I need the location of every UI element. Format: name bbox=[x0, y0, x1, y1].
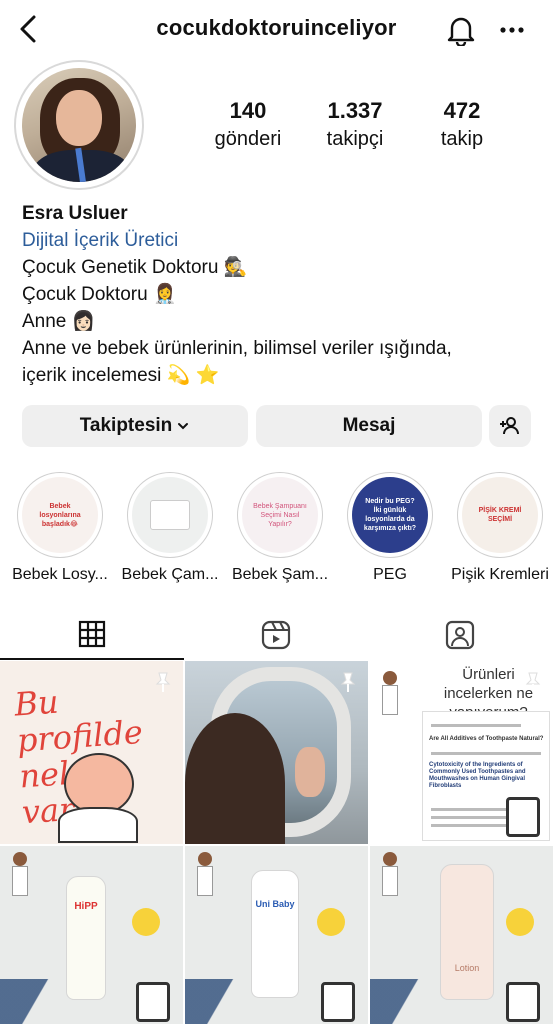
stat-value: 472 bbox=[443, 98, 481, 123]
highlight-item[interactable]: PİŞİK KREMİ SEÇİMİ Pişik Kremleri bbox=[448, 472, 552, 584]
paper-heading: Cytotoxicity of the Ingredients of Commo… bbox=[429, 762, 526, 789]
paper-heading: Are All Additives of Toothpaste Natural? bbox=[429, 736, 544, 742]
more-options-button[interactable] bbox=[494, 12, 530, 48]
highlight-item[interactable]: Nedir bu PEG? İki günlük losyonlarda da … bbox=[338, 472, 442, 584]
tab-tagged[interactable] bbox=[368, 610, 552, 660]
reels-icon bbox=[261, 620, 291, 650]
highlight-cover: Nedir bu PEG? İki günlük losyonlarda da … bbox=[347, 472, 433, 558]
post-tile[interactable] bbox=[185, 661, 368, 844]
notifications-button[interactable] bbox=[443, 12, 479, 48]
profile-category[interactable]: Dijital İçerik Üretici bbox=[22, 227, 542, 254]
highlight-cover-text: PİŞİK KREMİ SEÇİMİ bbox=[478, 507, 522, 523]
highlight-cover: Bebek losyonlarına başladık😂 bbox=[17, 472, 103, 558]
clipboard-icon bbox=[506, 982, 540, 1022]
stat-label: takipçi bbox=[326, 128, 384, 150]
post-tile[interactable]: HiPP bbox=[0, 846, 183, 1024]
highlight-cover-text: Bebek losyonlarına başladık😂 bbox=[39, 502, 81, 528]
profile-bio: Esra Usluer Dijital İçerik Üretici Çocuk… bbox=[22, 200, 542, 389]
child-silhouette bbox=[185, 713, 285, 844]
highlight-label: Bebek Şam... bbox=[231, 566, 329, 583]
highlight-label: Bebek Çam... bbox=[121, 566, 219, 583]
highlight-cover-text: Bebek Şampuanı Seçimi Nasıl Yapılır? bbox=[253, 502, 307, 528]
doctor-figure bbox=[10, 852, 30, 898]
profile-name: Esra Usluer bbox=[22, 203, 128, 224]
tagged-person-icon bbox=[445, 620, 475, 650]
doctor-figure bbox=[195, 852, 215, 898]
grid-icon bbox=[78, 620, 106, 648]
more-horizontal-icon bbox=[500, 27, 524, 33]
highlight-cover: Bebek Şampuanı Seçimi Nasıl Yapılır? bbox=[237, 472, 323, 558]
avatar-photo bbox=[22, 68, 136, 182]
profile-avatar[interactable] bbox=[14, 60, 144, 190]
highlight-item[interactable]: Bebek Şampuanı Seçimi Nasıl Yapılır? Beb… bbox=[228, 472, 332, 584]
post-tile[interactable]: Ürünleri incelerken ne yapıyorum? Are Al… bbox=[370, 661, 553, 844]
highlight-item[interactable]: Bebek Çam... bbox=[118, 472, 222, 584]
bell-icon bbox=[447, 17, 475, 46]
clipboard-icon bbox=[506, 797, 540, 837]
highlight-label: Bebek Losy... bbox=[12, 566, 108, 583]
product-brand: Uni Baby bbox=[255, 899, 295, 909]
highlight-cover-text: Nedir bu PEG? İki günlük losyonlarda da … bbox=[363, 498, 417, 532]
stat-value: 1.337 bbox=[327, 98, 383, 123]
add-user-icon bbox=[500, 417, 519, 435]
following-label: Takiptesin bbox=[79, 415, 173, 436]
pin-icon bbox=[340, 672, 356, 692]
bio-line: Çocuk Doktoru 👩‍⚕️ bbox=[22, 284, 177, 305]
baby-illustration bbox=[64, 753, 134, 815]
top-bar: cocukdoktoruinceliyor bbox=[0, 0, 553, 60]
stat-label: gönderi bbox=[214, 128, 282, 150]
stat-followers[interactable]: 1.337 takipçi bbox=[305, 98, 405, 151]
tab-posts-grid[interactable] bbox=[0, 610, 184, 660]
post-tile[interactable]: Uni Baby bbox=[185, 846, 368, 1024]
product-brand: Lotion bbox=[454, 963, 480, 973]
doctor-figure bbox=[380, 671, 400, 717]
chevron-down-icon bbox=[178, 423, 189, 430]
smiley-icon bbox=[506, 908, 534, 936]
post-tile[interactable]: Lotion bbox=[370, 846, 553, 1024]
highlight-cover bbox=[127, 472, 213, 558]
following-button[interactable]: Takiptesin bbox=[22, 405, 248, 447]
doctor-figure bbox=[380, 852, 400, 898]
bio-line: Anne ve bebek ürünlerinin, bilimsel veri… bbox=[22, 338, 452, 359]
pin-icon bbox=[525, 672, 541, 692]
clipboard-icon bbox=[136, 982, 170, 1022]
bio-line: içerik incelemesi 💫 ⭐ bbox=[22, 365, 220, 386]
message-label: Mesaj bbox=[342, 415, 396, 436]
smiley-icon bbox=[317, 908, 345, 936]
stat-label: takip bbox=[440, 128, 484, 150]
bio-line: Anne 👩🏻 bbox=[22, 311, 96, 332]
tab-reels[interactable] bbox=[184, 610, 368, 660]
stat-posts[interactable]: 140 gönderi bbox=[198, 98, 298, 151]
highlight-cover: PİŞİK KREMİ SEÇİMİ bbox=[457, 472, 543, 558]
highlight-label: PEG bbox=[373, 566, 407, 583]
clipboard-icon bbox=[321, 982, 355, 1022]
message-button[interactable]: Mesaj bbox=[256, 405, 482, 447]
stat-value: 140 bbox=[229, 98, 267, 123]
suggested-users-button[interactable] bbox=[489, 405, 531, 447]
pin-icon bbox=[155, 672, 171, 692]
highlight-label: Pişik Kremleri bbox=[451, 566, 549, 583]
bio-line: Çocuk Genetik Doktoru 🕵 bbox=[22, 257, 248, 278]
product-brand: HiPP bbox=[74, 901, 98, 912]
post-tile[interactable]: Bu profilde neler var? bbox=[0, 661, 183, 844]
highlight-item[interactable]: Bebek losyonlarına başladık😂 Bebek Losy.… bbox=[8, 472, 112, 584]
stat-following[interactable]: 472 takip bbox=[412, 98, 512, 151]
smiley-icon bbox=[132, 908, 160, 936]
